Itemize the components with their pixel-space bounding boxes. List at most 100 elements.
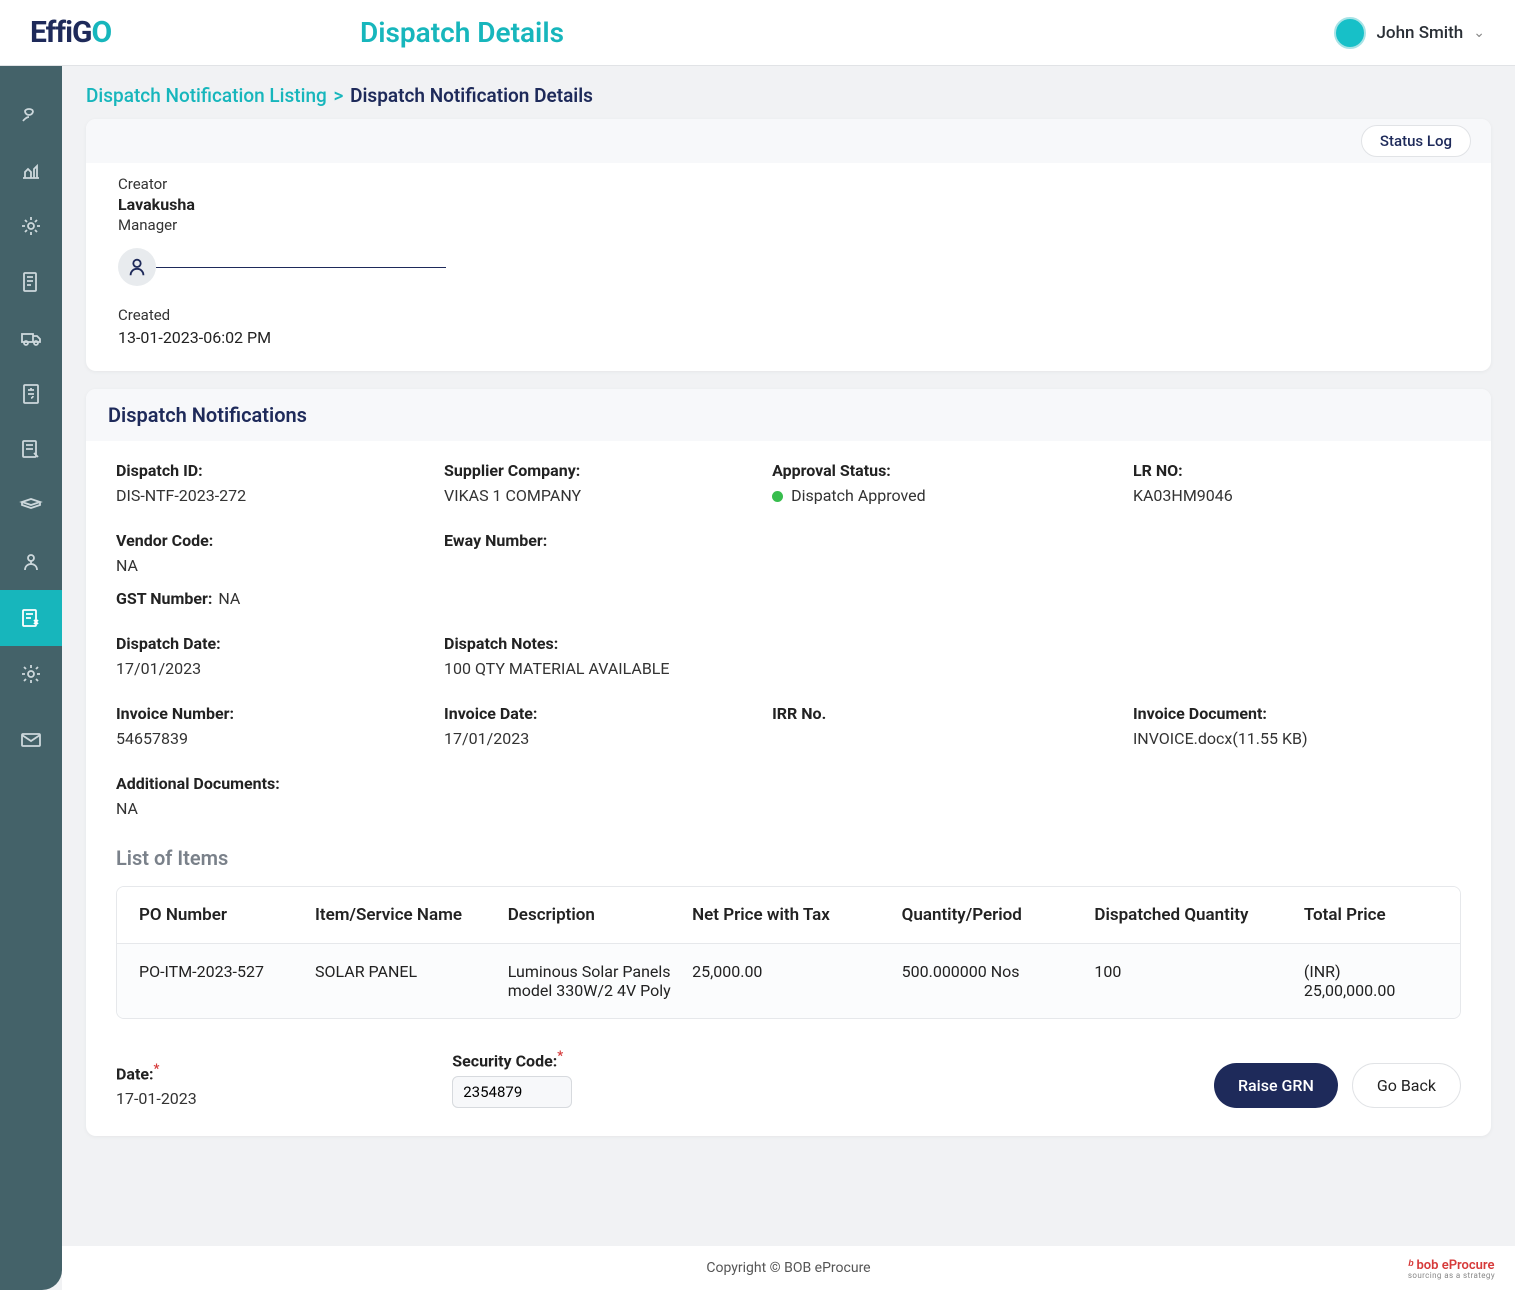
left-sidebar	[0, 66, 62, 1290]
required-asterisk: *	[557, 1049, 563, 1064]
td-qty: 500.000000 Nos	[902, 962, 1095, 1000]
field-invoice-doc: Invoice Document: INVOICE.docx(11.55 KB)	[1133, 704, 1461, 748]
nav-item-4[interactable]	[0, 254, 62, 310]
logo-text-c: O	[91, 15, 111, 50]
required-asterisk: *	[154, 1062, 160, 1077]
supplier-label: Supplier Company:	[444, 461, 772, 480]
creator-card-head: Status Log	[86, 119, 1491, 163]
lr-value: KA03HM9046	[1133, 486, 1461, 505]
field-dispatch-id: Dispatch ID: DIS-NTF-2023-272	[116, 461, 444, 505]
workflow-status-label: Created	[118, 306, 1459, 324]
page-footer: Copyright © BOB eProcure ᵇ bob eProcure …	[62, 1246, 1515, 1290]
supplier-value: VIKAS 1 COMPANY	[444, 486, 772, 505]
form-security-label: Security Code:*	[452, 1049, 788, 1070]
nav-item-6[interactable]	[0, 366, 62, 422]
nav-item-3[interactable]	[0, 198, 62, 254]
field-vendor: Vendor Code: NA	[116, 531, 444, 575]
chevron-down-icon: ⌄	[1473, 25, 1485, 41]
invoice-number-value: 54657839	[116, 729, 444, 748]
additional-docs-label: Additional Documents:	[116, 774, 1461, 793]
logo-text-b: G	[72, 15, 91, 50]
page-title: Dispatch Details	[360, 16, 564, 49]
invoice-doc-link[interactable]: INVOICE.docx(11.55 KB)	[1133, 729, 1461, 748]
form-date-value: 17-01-2023	[116, 1089, 452, 1108]
approval-text: Dispatch Approved	[791, 486, 926, 505]
invoice-doc-label: Invoice Document:	[1133, 704, 1461, 723]
nav-item-2[interactable]	[0, 142, 62, 198]
gst-value: NA	[218, 589, 240, 608]
nav-item-10-active[interactable]	[0, 590, 62, 646]
field-dispatch-date: Dispatch Date: 17/01/2023	[116, 634, 444, 678]
copyright-text: Copyright © BOB eProcure	[706, 1260, 870, 1276]
items-table: PO Number Item/Service Name Description …	[116, 886, 1461, 1019]
dispatch-body: Dispatch ID: DIS-NTF-2023-272 Supplier C…	[86, 441, 1491, 1136]
raise-grn-button[interactable]: Raise GRN	[1214, 1063, 1338, 1108]
nav-item-mail[interactable]	[0, 712, 62, 768]
breadcrumb-current: Dispatch Notification Details	[350, 84, 593, 107]
breadcrumb-separator: >	[332, 84, 346, 107]
field-gst: GST Number: NA	[116, 589, 1461, 608]
nav-item-1[interactable]	[0, 86, 62, 142]
form-security-label-text: Security Code:	[452, 1051, 557, 1070]
th-po: PO Number	[139, 905, 315, 925]
items-list-title: List of Items	[116, 846, 1461, 870]
dispatch-notes-label: Dispatch Notes:	[444, 634, 1461, 653]
vendor-label: Vendor Code:	[116, 531, 444, 550]
status-log-button[interactable]: Status Log	[1361, 125, 1471, 157]
form-date-label-text: Date:	[116, 1064, 154, 1083]
breadcrumb-parent-link[interactable]: Dispatch Notification Listing	[86, 84, 327, 107]
th-total: Total Price	[1304, 905, 1438, 925]
th-item: Item/Service Name	[315, 905, 508, 925]
nav-item-11[interactable]	[0, 646, 62, 702]
form-security: Security Code:*	[452, 1049, 788, 1108]
approval-label: Approval Status:	[772, 461, 1133, 480]
creator-body: Creator Lavakusha Manager Created 13-01-…	[86, 163, 1491, 371]
dispatch-date-value: 17/01/2023	[116, 659, 444, 678]
creator-name: Lavakusha	[118, 195, 1459, 214]
form-row: Date:* 17-01-2023 Security Code:* Raise …	[116, 1049, 1461, 1108]
th-qty: Quantity/Period	[902, 905, 1095, 925]
field-irr: IRR No.	[772, 704, 1133, 748]
th-dispatched: Dispatched Quantity	[1094, 905, 1304, 925]
th-desc: Description	[508, 905, 692, 925]
irr-label: IRR No.	[772, 704, 1133, 723]
app-logo: EffiGO	[30, 15, 111, 50]
field-supplier: Supplier Company: VIKAS 1 COMPANY	[444, 461, 772, 505]
td-po-link[interactable]: PO-ITM-2023-527	[139, 962, 315, 1000]
nav-item-7[interactable]	[0, 422, 62, 478]
user-name: John Smith	[1376, 23, 1463, 43]
security-code-input[interactable]	[452, 1076, 572, 1108]
field-invoice-number: Invoice Number: 54657839	[116, 704, 444, 748]
vendor-value: NA	[116, 556, 444, 575]
gst-label: GST Number:	[116, 589, 212, 608]
dispatch-card: Dispatch Notifications Dispatch ID: DIS-…	[86, 389, 1491, 1136]
breadcrumb: Dispatch Notification Listing > Dispatch…	[86, 66, 1491, 119]
items-table-header: PO Number Item/Service Name Description …	[117, 887, 1460, 944]
action-buttons: Raise GRN Go Back	[789, 1063, 1462, 1108]
td-desc: Luminous Solar Panels model 330W/2 4V Po…	[508, 962, 692, 1000]
field-eway: Eway Number:	[444, 531, 772, 575]
workflow-line	[156, 267, 446, 268]
dispatch-notes-value: 100 QTY MATERIAL AVAILABLE	[444, 659, 1461, 678]
dispatch-section-title: Dispatch Notifications	[86, 389, 1491, 441]
td-net: 25,000.00	[692, 962, 902, 1000]
go-back-button[interactable]: Go Back	[1352, 1063, 1461, 1108]
workflow-progress	[118, 248, 1459, 286]
form-date-label: Date:*	[116, 1062, 452, 1083]
nav-item-9[interactable]	[0, 534, 62, 590]
main-content: Dispatch Notification Listing > Dispatch…	[62, 66, 1515, 1290]
nav-item-5[interactable]	[0, 310, 62, 366]
status-green-dot-icon	[772, 491, 783, 502]
dispatch-grid: Dispatch ID: DIS-NTF-2023-272 Supplier C…	[116, 461, 1461, 818]
invoice-date-value: 17/01/2023	[444, 729, 772, 748]
dispatch-id-label: Dispatch ID:	[116, 461, 444, 480]
nav-item-8[interactable]	[0, 478, 62, 534]
avatar-icon	[1334, 17, 1366, 49]
workflow-datetime: 13-01-2023-06:02 PM	[118, 328, 1459, 347]
user-menu[interactable]: John Smith ⌄	[1334, 17, 1485, 49]
invoice-number-label: Invoice Number:	[116, 704, 444, 723]
field-dispatch-notes: Dispatch Notes: 100 QTY MATERIAL AVAILAB…	[444, 634, 1461, 678]
workflow-step-icon	[118, 248, 156, 286]
table-row: PO-ITM-2023-527 SOLAR PANEL Luminous Sol…	[117, 944, 1460, 1018]
th-net: Net Price with Tax	[692, 905, 902, 925]
